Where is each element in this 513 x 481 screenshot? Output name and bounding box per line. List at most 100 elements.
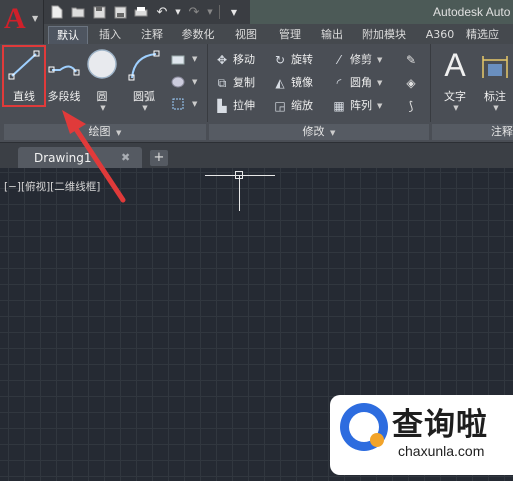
stretch-button[interactable]: ▙ 拉伸 — [214, 97, 255, 115]
watermark-title: 查询啦 — [392, 407, 488, 443]
circle-tool-button[interactable]: 圆 ▼ — [84, 48, 120, 112]
viewport-controls-label[interactable]: [−][俯视][二维线框] — [4, 179, 100, 194]
save-as-icon[interactable] — [111, 3, 129, 21]
tab-parametric[interactable]: 参数化 — [174, 26, 222, 44]
offset-icon[interactable]: ⟆ — [403, 98, 419, 114]
tab-addins[interactable]: 附加模块 — [354, 26, 414, 44]
text-tool-label: 文字 — [444, 90, 466, 103]
polyline-icon — [46, 48, 82, 82]
arc-tool-label: 圆弧 — [133, 90, 155, 103]
explode-icon[interactable]: ◈ — [403, 75, 419, 91]
customize-toolbar-icon[interactable]: ▼ — [225, 3, 243, 21]
chevron-down-icon[interactable]: ▼ — [192, 100, 197, 108]
copy-icon: ⧉ — [217, 76, 227, 90]
chevron-down-icon[interactable]: ▼ — [377, 97, 382, 115]
tab-annotate[interactable]: 注释 — [132, 26, 172, 44]
arc-tool-button[interactable]: 圆弧 ▼ — [124, 48, 164, 112]
array-icon: ▦ — [333, 99, 345, 113]
tab-manage[interactable]: 管理 — [270, 26, 310, 44]
rectangle-icon[interactable] — [170, 52, 186, 68]
close-icon[interactable]: ✖ — [121, 151, 130, 164]
erase-icon[interactable]: ✎ — [403, 52, 419, 68]
scale-button[interactable]: ◲ 缩放 — [272, 97, 313, 115]
open-folder-icon[interactable] — [69, 3, 87, 21]
mirror-button[interactable]: ◭ 镜像 — [272, 74, 313, 92]
hatch-icon[interactable] — [170, 74, 186, 90]
tab-insert[interactable]: 插入 — [92, 26, 128, 44]
fillet-label: 圆角 — [350, 76, 372, 89]
dimension-icon — [477, 48, 513, 82]
arc-icon — [126, 48, 162, 82]
array-button[interactable]: ▦ 阵列 ▼ — [331, 97, 382, 115]
redo-dropdown-icon[interactable]: ▼ — [206, 3, 214, 21]
polyline-tool-button[interactable]: 多段线 — [44, 48, 84, 104]
annotation-panel-footer[interactable]: 注释 — [432, 124, 513, 140]
save-icon[interactable] — [90, 3, 108, 21]
chevron-down-icon[interactable]: ▼ — [377, 74, 382, 92]
scale-label: 缩放 — [291, 99, 313, 112]
chevron-down-icon[interactable]: ▼ — [438, 104, 474, 112]
ribbon-panel: 直线 多段线 圆 ▼ 圆弧 ▼ ▼ ▼ ▼ ✥ 移动 ↻ 旋转 ⁄ 修剪 ▼ ✎… — [0, 44, 513, 142]
crosshair-vertical — [239, 175, 240, 211]
chevron-down-icon[interactable]: ▼ — [478, 104, 513, 112]
modify-panel-footer[interactable]: 修改 ▼ — [209, 124, 429, 140]
tab-a360[interactable]: A360 — [420, 26, 460, 44]
dimension-tool-button[interactable]: 标注 ▼ — [476, 48, 513, 112]
watermark-url: chaxunla.com — [398, 443, 485, 459]
panel-divider — [207, 44, 208, 122]
mirror-icon: ◭ — [275, 76, 285, 90]
trim-label: 修剪 — [350, 53, 372, 66]
chevron-down-icon[interactable]: ▼ — [377, 51, 382, 69]
redo-icon[interactable]: ↷ — [185, 3, 203, 21]
boundary-icon[interactable] — [170, 96, 186, 112]
rotate-button[interactable]: ↻ 旋转 — [272, 51, 313, 69]
toolbar-divider — [219, 5, 220, 19]
title-bar: ↶ ▼ ↷ ▼ ▼ Autodesk Auto — [0, 0, 513, 24]
tab-output[interactable]: 输出 — [314, 26, 350, 44]
quick-access-toolbar: ↶ ▼ ↷ ▼ ▼ — [48, 3, 243, 21]
undo-dropdown-icon[interactable]: ▼ — [174, 3, 182, 21]
circle-icon — [84, 48, 120, 82]
move-label: 移动 — [233, 53, 255, 66]
fillet-button[interactable]: ◜ 圆角 ▼ — [331, 74, 383, 92]
chevron-down-icon[interactable]: ▼ — [126, 104, 164, 112]
panel-divider — [430, 44, 431, 122]
move-button[interactable]: ✥ 移动 — [214, 51, 255, 69]
trim-icon: ⁄ — [337, 53, 340, 67]
tab-default[interactable]: 默认 — [48, 26, 88, 44]
copy-label: 复制 — [233, 76, 255, 89]
stretch-icon: ▙ — [217, 99, 227, 113]
ribbon-tab-bar: 默认 插入 注释 参数化 视图 管理 输出 附加模块 A360 精选应 — [44, 24, 513, 44]
copy-button[interactable]: ⧉ 复制 — [214, 74, 255, 92]
draw-panel-footer[interactable]: 绘图 ▼ — [4, 124, 206, 140]
new-tab-button[interactable]: + — [150, 150, 168, 166]
text-tool-button[interactable]: A 文字 ▼ — [436, 48, 474, 112]
file-tab-bar: Drawing1 ✖ + — [0, 142, 513, 169]
circle-tool-label: 圆 — [96, 90, 108, 103]
tab-featured[interactable]: 精选应 — [466, 26, 513, 44]
undo-icon[interactable]: ↶ — [153, 3, 171, 21]
dimension-tool-label: 标注 — [484, 90, 506, 103]
tab-view[interactable]: 视图 — [228, 26, 264, 44]
watermark-logo-icon — [340, 403, 388, 451]
rotate-icon: ↻ — [274, 53, 286, 67]
print-icon[interactable] — [132, 3, 150, 21]
draw-panel-title: 绘图 — [88, 125, 111, 138]
polyline-tool-label: 多段线 — [47, 90, 81, 103]
move-icon: ✥ — [216, 53, 228, 67]
file-tab-drawing1[interactable]: Drawing1 ✖ — [18, 147, 142, 169]
file-tab-label: Drawing1 — [34, 151, 92, 165]
chevron-down-icon[interactable]: ▼ — [192, 55, 197, 63]
annotation-panel-title: 注释 — [491, 125, 513, 138]
new-file-icon[interactable] — [48, 3, 66, 21]
chevron-down-icon[interactable]: ▼ — [86, 104, 120, 112]
trim-button[interactable]: ⁄ 修剪 ▼ — [331, 51, 382, 69]
chevron-down-icon[interactable]: ▼ — [330, 129, 335, 137]
chevron-down-icon[interactable]: ▼ — [192, 78, 197, 86]
chevron-down-icon: ▼ — [32, 14, 39, 23]
crosshair-pickbox — [235, 171, 243, 179]
chevron-down-icon[interactable]: ▼ — [116, 129, 121, 137]
application-menu-button[interactable]: A ▼ — [0, 0, 44, 44]
mirror-label: 镜像 — [291, 76, 313, 89]
line-tool-highlight — [2, 45, 46, 107]
